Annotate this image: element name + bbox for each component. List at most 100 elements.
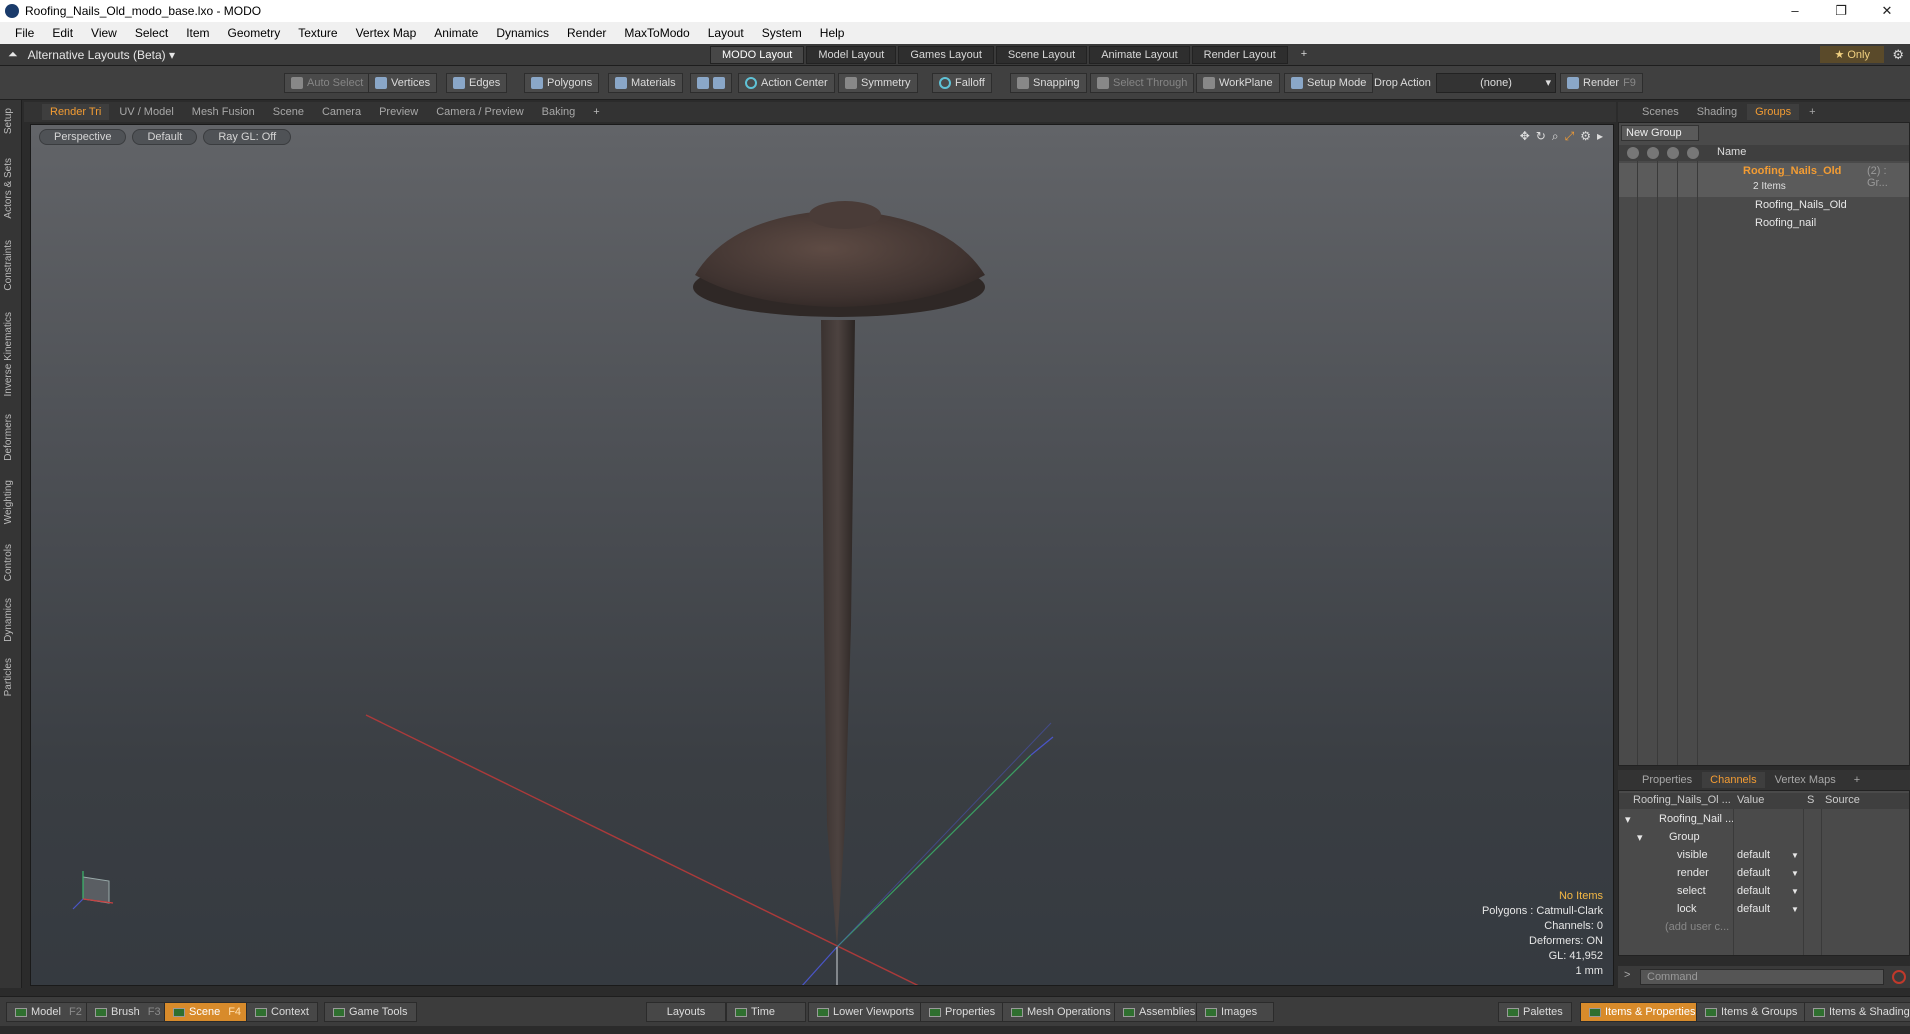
falloff-button[interactable]: Falloff — [932, 73, 992, 93]
strip-particles[interactable]: Particles — [3, 658, 14, 696]
tab-properties[interactable]: Properties — [1634, 772, 1700, 788]
drop-action-dropdown[interactable]: (none) ▾ — [1436, 73, 1556, 93]
channel-value[interactable]: default — [1737, 903, 1770, 915]
palettes-button[interactable]: Palettes — [1498, 1002, 1572, 1022]
edges-button[interactable]: Edges — [446, 73, 508, 93]
assemblies-button[interactable]: Assemblies — [1114, 1002, 1205, 1022]
select-through-button[interactable]: Select Through — [1090, 73, 1195, 93]
record-icon[interactable] — [1892, 970, 1906, 984]
new-group-button[interactable]: New Group — [1621, 125, 1699, 141]
items-properties-button[interactable]: Items & Properties — [1580, 1002, 1705, 1022]
materials-button[interactable]: Materials — [608, 73, 683, 93]
add-tab-button[interactable]: + — [585, 104, 607, 120]
strip-weighting[interactable]: Weighting — [3, 480, 14, 524]
tab-preview[interactable]: Preview — [371, 104, 426, 120]
select-toggle-icon[interactable] — [1687, 147, 1699, 159]
tab-scene-layout[interactable]: Scene Layout — [995, 46, 1088, 64]
game-tools-button[interactable]: Game Tools — [324, 1002, 417, 1022]
properties-button[interactable]: Properties — [920, 1002, 1005, 1022]
tab-scenes[interactable]: Scenes — [1634, 104, 1687, 120]
close-button[interactable]: ✕ — [1864, 0, 1910, 22]
eye-icon[interactable] — [1627, 147, 1639, 159]
tab-camera[interactable]: Camera — [314, 104, 369, 120]
menu-dynamics[interactable]: Dynamics — [487, 26, 558, 40]
tab-scene[interactable]: Scene — [265, 104, 312, 120]
group-row[interactable]: Roofing_Nails_Old (2) : Gr... 2 Items — [1619, 163, 1909, 197]
tab-uv-model[interactable]: UV / Model — [111, 104, 181, 120]
add-layout-button[interactable]: + — [1290, 46, 1318, 64]
tab-baking[interactable]: Baking — [534, 104, 584, 120]
render-toggle-icon[interactable] — [1647, 147, 1659, 159]
auto-select-button[interactable]: Auto Select — [284, 73, 371, 93]
strip-deformers[interactable]: Deformers — [3, 414, 14, 461]
brush-button[interactable]: Brush F3 — [86, 1002, 170, 1022]
table-row[interactable]: visible default ▼ — [1619, 847, 1909, 865]
scene-button[interactable]: Scene F4 — [164, 1002, 251, 1022]
table-row[interactable]: lock default ▼ — [1619, 901, 1909, 919]
add-panel-tab-button[interactable]: + — [1801, 104, 1823, 120]
alternative-layouts-menu[interactable]: ⏶ Alternative Layouts (Beta) ▾ — [8, 47, 175, 62]
tab-model-layout[interactable]: Model Layout — [806, 46, 897, 64]
tree-expand-icon[interactable]: ▾ — [1637, 831, 1643, 844]
layouts-button[interactable]: Layouts — [646, 1002, 726, 1022]
polygons-button[interactable]: Polygons — [524, 73, 600, 93]
tree-expand-icon[interactable]: ▾ — [1625, 813, 1631, 826]
strip-dynamics[interactable]: Dynamics — [3, 598, 14, 642]
table-row[interactable]: select default ▼ — [1619, 883, 1909, 901]
symmetry-button[interactable]: Symmetry — [838, 73, 918, 93]
gear-icon[interactable]: ⚙ — [1892, 47, 1904, 63]
tab-mesh-fusion[interactable]: Mesh Fusion — [184, 104, 263, 120]
items-shading-button[interactable]: Items & Shading — [1804, 1002, 1910, 1022]
menu-file[interactable]: File — [6, 26, 43, 40]
menu-layout[interactable]: Layout — [699, 26, 753, 40]
strip-setup[interactable]: Setup — [3, 108, 14, 134]
lock-toggle-icon[interactable] — [1667, 147, 1679, 159]
tab-modo-layout[interactable]: MODO Layout — [710, 46, 805, 64]
menu-item[interactable]: Item — [177, 26, 218, 40]
only-button[interactable]: ★ Only — [1820, 46, 1884, 63]
tab-render-layout[interactable]: Render Layout — [1191, 46, 1288, 64]
tab-animate-layout[interactable]: Animate Layout — [1089, 46, 1190, 64]
list-item[interactable]: Roofing_nail — [1619, 215, 1909, 233]
action-center-button[interactable]: Action Center — [738, 73, 835, 93]
menu-maxtomodo[interactable]: MaxToModo — [615, 26, 698, 40]
channel-value[interactable]: default — [1737, 885, 1770, 897]
minimize-button[interactable]: – — [1772, 0, 1818, 22]
tab-vertex-maps[interactable]: Vertex Maps — [1767, 772, 1844, 788]
channel-value[interactable]: default — [1737, 867, 1770, 879]
tab-render-tri[interactable]: Render Tri — [42, 104, 110, 120]
setup-mode-button[interactable]: Setup Mode — [1284, 73, 1374, 93]
chevron-down-icon[interactable]: ▼ — [1791, 887, 1799, 896]
strip-constraints[interactable]: Constraints — [3, 240, 14, 291]
menu-view[interactable]: View — [82, 26, 126, 40]
time-button[interactable]: Time — [726, 1002, 806, 1022]
menu-geometry[interactable]: Geometry — [219, 26, 290, 40]
list-item[interactable]: Roofing_Nails_Old — [1619, 197, 1909, 215]
strip-actors-sets[interactable]: Actors & Sets — [3, 158, 14, 219]
channels-group-row[interactable]: ▾ Group — [1619, 829, 1909, 847]
model-button[interactable]: Model F2 — [6, 1002, 91, 1022]
tab-shading[interactable]: Shading — [1689, 104, 1745, 120]
3d-viewport[interactable]: Perspective Default Ray GL: Off ✥ ↻ ⌕ ⤢ … — [30, 124, 1614, 986]
command-input[interactable]: Command — [1640, 969, 1884, 985]
channels-root-row[interactable]: ▾ Roofing_Nail ... — [1619, 811, 1909, 829]
tab-groups[interactable]: Groups — [1747, 104, 1800, 120]
mesh-operations-button[interactable]: Mesh Operations — [1002, 1002, 1120, 1022]
maximize-button[interactable]: ❐ — [1818, 0, 1864, 22]
images-button[interactable]: Images — [1196, 1002, 1274, 1022]
render-button[interactable]: Render F9 — [1560, 73, 1643, 93]
tab-channels[interactable]: Channels — [1702, 772, 1765, 788]
tab-camera-preview[interactable]: Camera / Preview — [428, 104, 531, 120]
chevron-down-icon[interactable]: ▼ — [1791, 905, 1799, 914]
chevron-down-icon[interactable]: ▼ — [1791, 851, 1799, 860]
menu-system[interactable]: System — [753, 26, 811, 40]
falloff-presets-button[interactable] — [690, 73, 732, 93]
menu-select[interactable]: Select — [126, 26, 177, 40]
menu-edit[interactable]: Edit — [43, 26, 82, 40]
lower-viewports-button[interactable]: Lower Viewports — [808, 1002, 924, 1022]
tab-games-layout[interactable]: Games Layout — [898, 46, 994, 64]
channel-value[interactable]: default — [1737, 849, 1770, 861]
chevron-down-icon[interactable]: ▼ — [1791, 869, 1799, 878]
context-button[interactable]: Context — [246, 1002, 318, 1022]
items-groups-button[interactable]: Items & Groups — [1696, 1002, 1807, 1022]
